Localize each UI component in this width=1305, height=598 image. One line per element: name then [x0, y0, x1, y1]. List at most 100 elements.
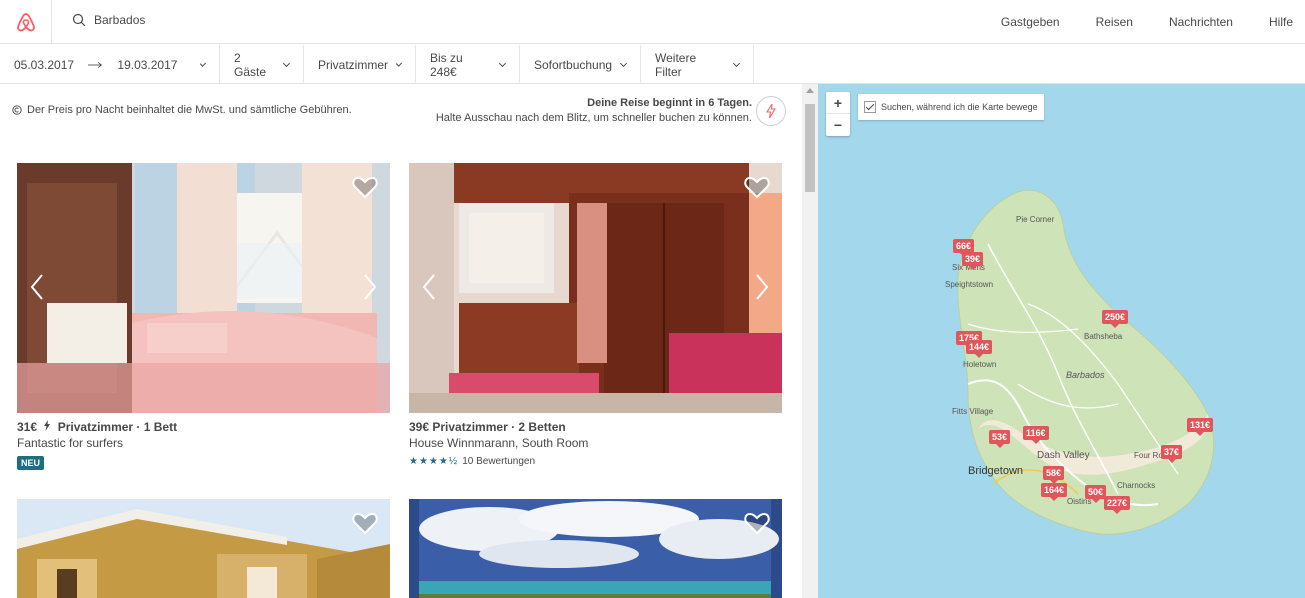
map-price-pin[interactable]: 131€ — [1187, 418, 1214, 436]
listing-title: 31€ Privatzimmer · 1 Bett — [17, 420, 390, 434]
zoom-in-button[interactable]: + — [826, 92, 850, 114]
scrollbar-thumb[interactable] — [805, 104, 815, 192]
listing-price: 39€ — [409, 420, 430, 434]
chevron-down-icon — [200, 59, 207, 67]
chevron-left-icon[interactable] — [29, 273, 45, 301]
more-filters-label: Weitere Filter — [655, 50, 697, 79]
chevron-right-icon[interactable] — [362, 273, 378, 301]
map-place-label: Barbados — [1066, 370, 1105, 380]
map-price-pin[interactable]: 58€ — [1043, 466, 1065, 484]
map-place-label: Pie Corner — [1016, 215, 1055, 224]
heart-icon[interactable] — [352, 175, 378, 199]
listing-photo[interactable] — [409, 499, 782, 598]
guests-label: 2 Gäste — [234, 50, 267, 79]
arrow-right-icon — [88, 61, 103, 68]
map-price-pin[interactable]: 250€ — [1102, 310, 1129, 328]
listing-rating: ★★★★½ 10 Bewertungen — [409, 456, 782, 467]
room-type-filter[interactable]: Privatzimmer — [304, 45, 416, 84]
house-photo — [17, 499, 390, 598]
listing-scrollbar[interactable] — [802, 84, 818, 598]
map-price-pin[interactable]: 116€ — [1023, 426, 1049, 444]
listing-card[interactable]: 31€ Privatzimmer · 1 Bett Fantastic for … — [17, 163, 390, 471]
star-rating-icon: ★★★★½ — [409, 456, 459, 467]
trip-note-title: Deine Reise beginnt in 6 Tagen. — [587, 97, 752, 109]
listing-photo[interactable] — [409, 163, 782, 413]
search-as-map-moves[interactable]: Suchen, während ich die Karte bewege — [858, 94, 1044, 120]
checkbox[interactable] — [864, 101, 876, 113]
map-price-pin[interactable]: 66€ — [953, 239, 975, 257]
listing-card[interactable] — [17, 499, 390, 598]
price-filter[interactable]: Bis zu 248€ — [416, 45, 520, 84]
top-header: Gastgeben Reisen Nachrichten Hilfe — [0, 0, 1305, 44]
map-price-pin[interactable]: 164€ — [1041, 483, 1068, 501]
map-price-pin[interactable]: 53€ — [989, 430, 1011, 448]
map-place-label: Dash Valley — [1037, 450, 1090, 461]
checkout-date[interactable]: 19.03.2017 — [117, 58, 177, 72]
listing-photo[interactable] — [17, 499, 390, 598]
search-as-map-moves-label: Suchen, während ich die Karte bewege — [881, 102, 1038, 112]
listing-type: Privatzimmer · 2 Betten — [432, 420, 566, 434]
map-place-label: Speightstown — [945, 280, 994, 289]
nav-nachrichten[interactable]: Nachrichten — [1169, 15, 1233, 29]
map-place-label: Holetown — [963, 360, 997, 369]
listing-price: 31€ — [17, 420, 38, 434]
listing-type: Privatzimmer · 1 Bett — [57, 420, 178, 434]
price-note: Der Preis pro Nacht beinhaltet die MwSt.… — [12, 104, 352, 116]
filter-bar: 05.03.2017 19.03.2017 2 Gäste Privatzimm… — [0, 45, 1305, 84]
instant-book-filter[interactable]: Sofortbuchung — [520, 45, 641, 84]
trip-note-sub: Halte Ausschau nach dem Blitz, um schnel… — [435, 112, 752, 124]
instant-bolt-badge — [756, 96, 786, 126]
instant-book-label: Sofortbuchung — [534, 57, 613, 72]
room-type-label: Privatzimmer — [318, 57, 389, 72]
review-count: 10 Bewertungen — [462, 456, 536, 467]
lightning-icon — [44, 420, 51, 431]
nav-hilfe[interactable]: Hilfe — [1269, 15, 1293, 29]
island-map — [957, 189, 1215, 535]
chevron-down-icon — [733, 59, 741, 67]
new-badge: NEU — [17, 456, 45, 470]
guests-filter[interactable]: 2 Gäste — [220, 45, 304, 84]
logo-cell[interactable] — [0, 0, 52, 44]
listing-title: 39€ Privatzimmer · 2 Betten — [409, 420, 782, 434]
beach-photo — [409, 499, 782, 598]
map-place-label: Bathsheba — [1084, 332, 1123, 341]
map-price-pin[interactable]: 227€ — [1104, 496, 1131, 514]
checkin-date[interactable]: 05.03.2017 — [14, 58, 74, 72]
chevron-down-icon — [620, 59, 628, 67]
listing-panel: Der Preis pro Nacht beinhaltet die MwSt.… — [0, 84, 800, 598]
bedroom-photo — [17, 163, 390, 413]
heart-icon[interactable] — [744, 511, 770, 535]
listing-photo[interactable] — [17, 163, 390, 413]
date-range-picker[interactable]: 05.03.2017 19.03.2017 — [0, 45, 220, 84]
nav-reisen[interactable]: Reisen — [1096, 15, 1133, 29]
map-price-pin[interactable]: 144€ — [966, 340, 993, 358]
search-box[interactable] — [72, 13, 394, 27]
map-price-pin[interactable]: 50€ — [1085, 485, 1107, 503]
listing-card[interactable]: 39€ Privatzimmer · 2 Betten House Winnma… — [409, 163, 782, 467]
heart-icon[interactable] — [352, 511, 378, 535]
map-price-pin[interactable]: 39€ — [962, 252, 984, 270]
heart-icon[interactable] — [744, 175, 770, 199]
nav-gastgeben[interactable]: Gastgeben — [1001, 15, 1060, 29]
lightning-icon — [766, 104, 776, 118]
price-note-text: Der Preis pro Nacht beinhaltet die MwSt.… — [27, 104, 352, 116]
map-place-label: Bridgetown — [968, 465, 1024, 477]
zoom-out-button[interactable]: − — [826, 114, 850, 136]
scroll-up-arrow-icon[interactable] — [806, 88, 814, 93]
chevron-down-icon — [499, 59, 507, 67]
chevron-down-icon — [283, 59, 291, 67]
map-place-label: Fitts Village — [952, 407, 994, 416]
more-filters[interactable]: Weitere Filter — [641, 45, 754, 84]
bedroom-photo — [409, 163, 782, 413]
listing-card[interactable] — [409, 499, 782, 598]
copyright-circle-icon — [12, 105, 22, 115]
listing-name: House Winnmarann, South Room — [409, 436, 589, 450]
map-price-pin[interactable]: 37€ — [1161, 445, 1183, 463]
top-nav: Gastgeben Reisen Nachrichten Hilfe — [1001, 0, 1305, 44]
map-panel[interactable]: + − Suchen, während ich die Karte bewege… — [818, 84, 1305, 598]
chevron-left-icon[interactable] — [421, 273, 437, 301]
chevron-right-icon[interactable] — [754, 273, 770, 301]
airbnb-logo-icon[interactable] — [15, 11, 37, 33]
zoom-control: + − — [826, 92, 850, 136]
search-input[interactable] — [94, 13, 394, 27]
